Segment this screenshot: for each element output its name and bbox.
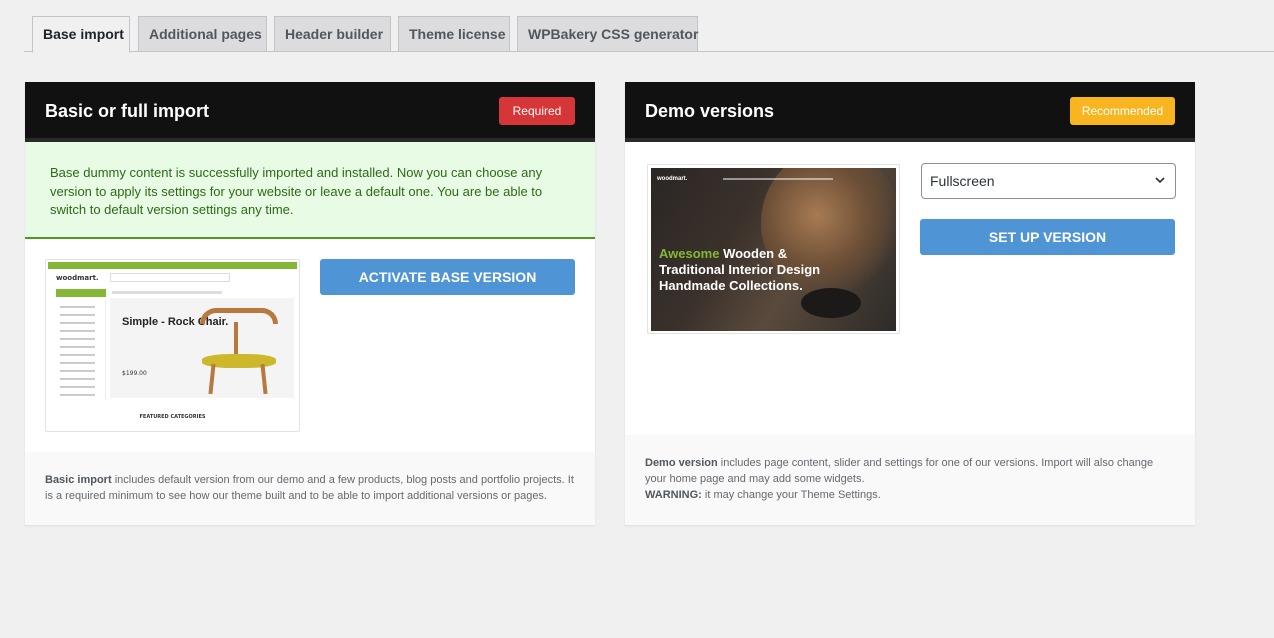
tab-theme-license[interactable]: Theme license — [398, 16, 510, 52]
basic-import-panel: Basic or full import Required Base dummy… — [25, 82, 595, 525]
preview-logo: woodmart. — [657, 176, 688, 182]
required-badge: Required — [499, 97, 575, 125]
demo-versions-panel: Demo versions Recommended woodmart. Awes… — [625, 82, 1195, 525]
panel-title: Basic or full import — [45, 101, 210, 121]
preview-logo: woodmart. — [56, 274, 99, 282]
footer-strong: Basic import — [45, 474, 112, 486]
preview-section-title: FEATURED CATEGORIES — [139, 414, 206, 420]
warning-strong: WARNING: — [645, 489, 702, 501]
tab-header-builder[interactable]: Header builder — [274, 16, 391, 52]
demo-version-preview: woodmart. Awesome Wooden & Traditional I… — [647, 164, 900, 334]
panel-header: Basic or full import Required — [25, 82, 595, 142]
preview-price: $199.00 — [122, 370, 147, 377]
preview-image: woodmart. Simple - Rock Chair. $199.00 F… — [48, 262, 297, 427]
footer-text: includes default version from our demo a… — [45, 474, 574, 502]
panel-header: Demo versions Recommended — [625, 82, 1195, 142]
set-up-version-button[interactable]: SET UP VERSION — [920, 219, 1175, 255]
panel-title: Demo versions — [645, 101, 775, 121]
activate-base-version-button[interactable]: ACTIVATE BASE VERSION — [320, 259, 575, 295]
success-notice: Base dummy content is successfully impor… — [25, 142, 595, 239]
warning-text: it may change your Theme Settings. — [701, 489, 881, 501]
panel-footer: Demo version includes page content, slid… — [625, 435, 1195, 525]
preview-image: woodmart. Awesome Wooden & Traditional I… — [651, 168, 896, 331]
base-version-preview: woodmart. Simple - Rock Chair. $199.00 F… — [45, 259, 300, 432]
demo-version-select[interactable]: Fullscreen — [921, 163, 1176, 199]
nav-tabs: Base import Additional pages Header buil… — [24, 15, 1274, 53]
panel-footer: Basic import includes default version fr… — [25, 452, 595, 525]
tab-base-import[interactable]: Base import — [32, 16, 130, 53]
footer-text: includes page content, slider and settin… — [645, 457, 1154, 485]
select-value: Fullscreen — [930, 173, 995, 189]
footer-strong: Demo version — [645, 457, 718, 469]
tab-additional-pages[interactable]: Additional pages — [138, 16, 267, 52]
recommended-badge: Recommended — [1070, 97, 1175, 125]
preview-headline: Awesome Wooden & Traditional Interior De… — [659, 246, 821, 293]
tab-wpbakery-css-generator[interactable]: WPBakery CSS generator — [517, 16, 698, 52]
chevron-down-icon — [1155, 177, 1165, 184]
